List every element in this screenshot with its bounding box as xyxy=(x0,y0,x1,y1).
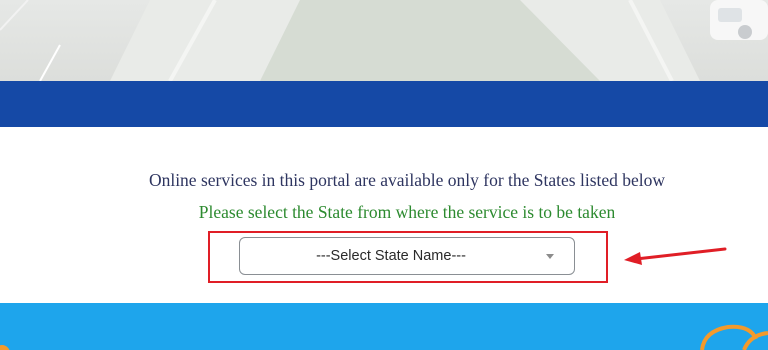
state-select-value: ---Select State Name--- xyxy=(316,248,466,264)
footer-band xyxy=(0,303,768,350)
footer-decoration xyxy=(0,324,768,350)
road-illustration xyxy=(0,0,768,81)
arrow-left-icon xyxy=(624,247,727,265)
state-select-dropdown[interactable]: ---Select State Name--- xyxy=(239,237,575,275)
availability-notice: Online services in this portal are avail… xyxy=(148,170,666,190)
header-bar xyxy=(0,81,768,127)
hero-banner-image xyxy=(0,0,768,81)
instruction-text: Please select the State from where the s… xyxy=(198,202,616,222)
state-selection-section: Online services in this portal are avail… xyxy=(0,127,768,303)
chevron-down-icon xyxy=(546,254,554,259)
